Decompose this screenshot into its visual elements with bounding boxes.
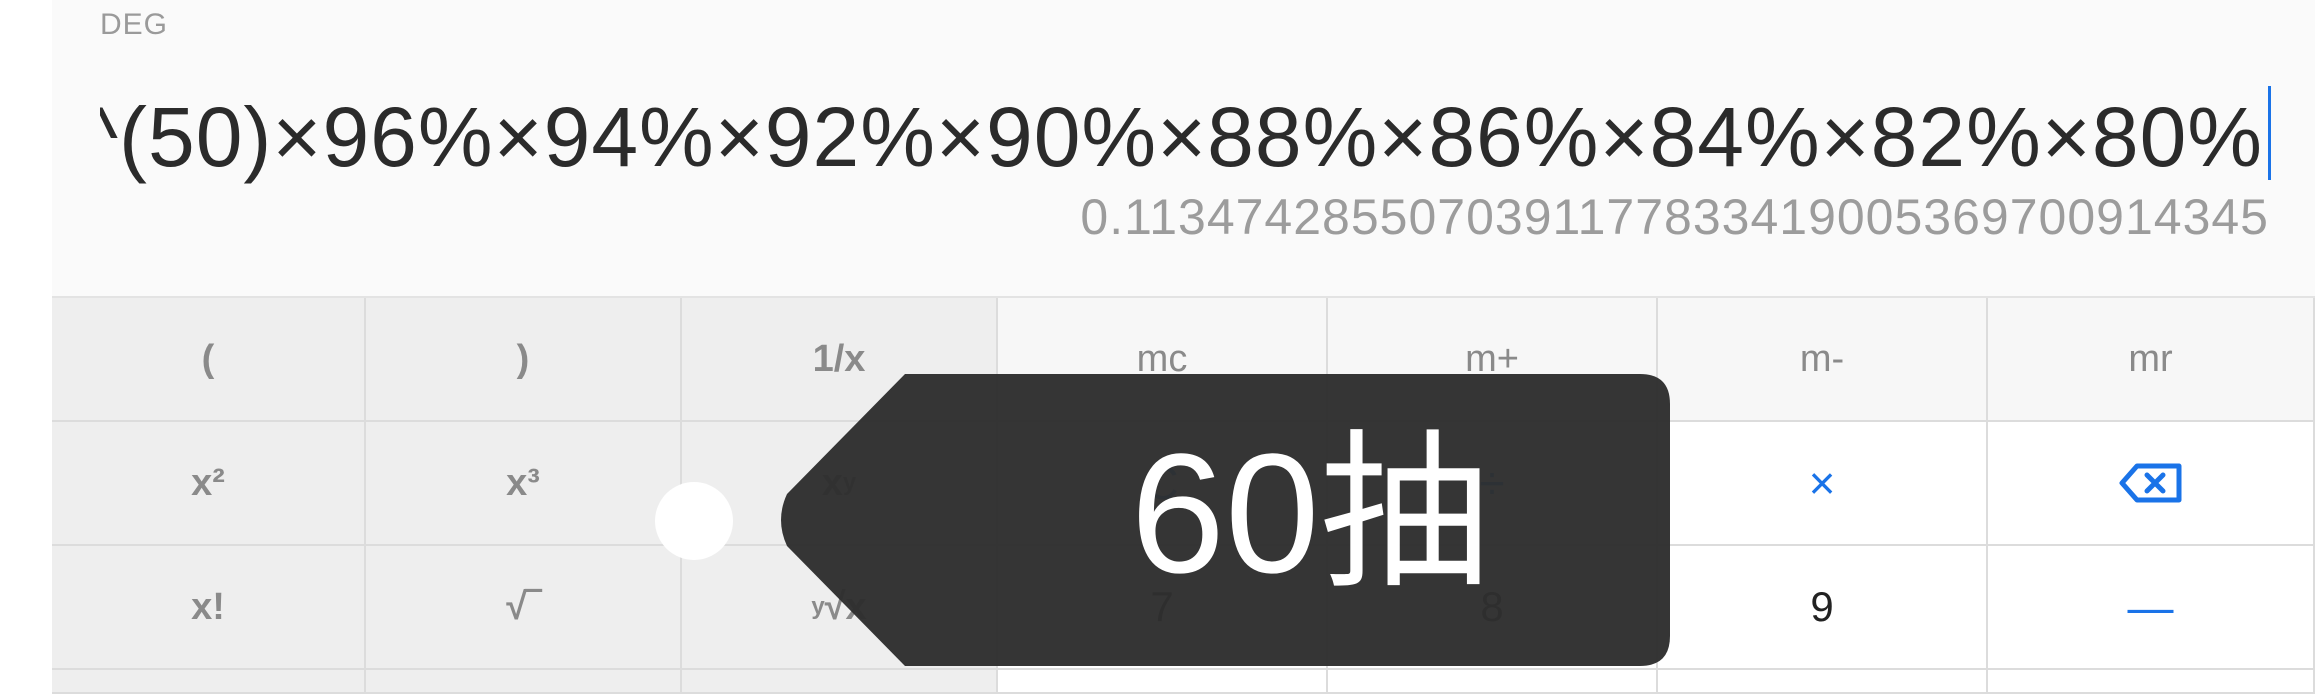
close-paren-key[interactable]: ) — [366, 298, 682, 422]
open-paren-key[interactable]: ( — [52, 298, 366, 422]
multiply-key[interactable]: × — [1658, 422, 1988, 546]
left-edge-strip — [0, 0, 53, 694]
keypad-row4-cell[interactable] — [1988, 670, 2315, 694]
tooltip-label: 60抽 — [1130, 419, 1490, 609]
backspace-key[interactable] — [1988, 422, 2315, 546]
calculator-display: DEG 6^(50)×96%×94%×92%×90%×88%×86%×84%×8… — [52, 0, 2315, 298]
keypad-row4-cell[interactable] — [998, 670, 1328, 694]
square-root-key[interactable]: √‾ — [366, 546, 682, 670]
annotation-tooltip: 60抽 — [775, 374, 1670, 666]
keypad-row4-cell[interactable] — [366, 670, 682, 694]
memory-subtract-key[interactable]: m- — [1658, 298, 1988, 422]
square-key[interactable]: x² — [52, 422, 366, 546]
expression-field[interactable]: 6^(50)×96%×94%×92%×90%×88%×86%×84%×82%×8… — [100, 82, 2271, 192]
memory-recall-key[interactable]: mr — [1988, 298, 2315, 422]
cube-key[interactable]: x³ — [366, 422, 682, 546]
keypad-row4-cell[interactable] — [1328, 670, 1658, 694]
keypad-row4-cell[interactable] — [1658, 670, 1988, 694]
factorial-key[interactable]: x! — [52, 546, 366, 670]
angle-mode-indicator[interactable]: DEG — [100, 8, 168, 42]
keypad-row4-cell[interactable] — [682, 670, 998, 694]
backspace-icon — [2119, 463, 2181, 503]
digit-9-key[interactable]: 9 — [1658, 546, 1988, 670]
keypad-row4-cell[interactable] — [52, 670, 366, 694]
expression-text: 6^(50)×96%×94%×92%×90%×88%×86%×84%×82%×8… — [100, 90, 2263, 184]
result-preview: 0.11347428550703911778334190053697009143… — [1080, 189, 2269, 245]
touch-point-indicator — [655, 482, 733, 560]
text-cursor — [2268, 86, 2271, 180]
subtract-key[interactable]: — — [1988, 546, 2315, 670]
